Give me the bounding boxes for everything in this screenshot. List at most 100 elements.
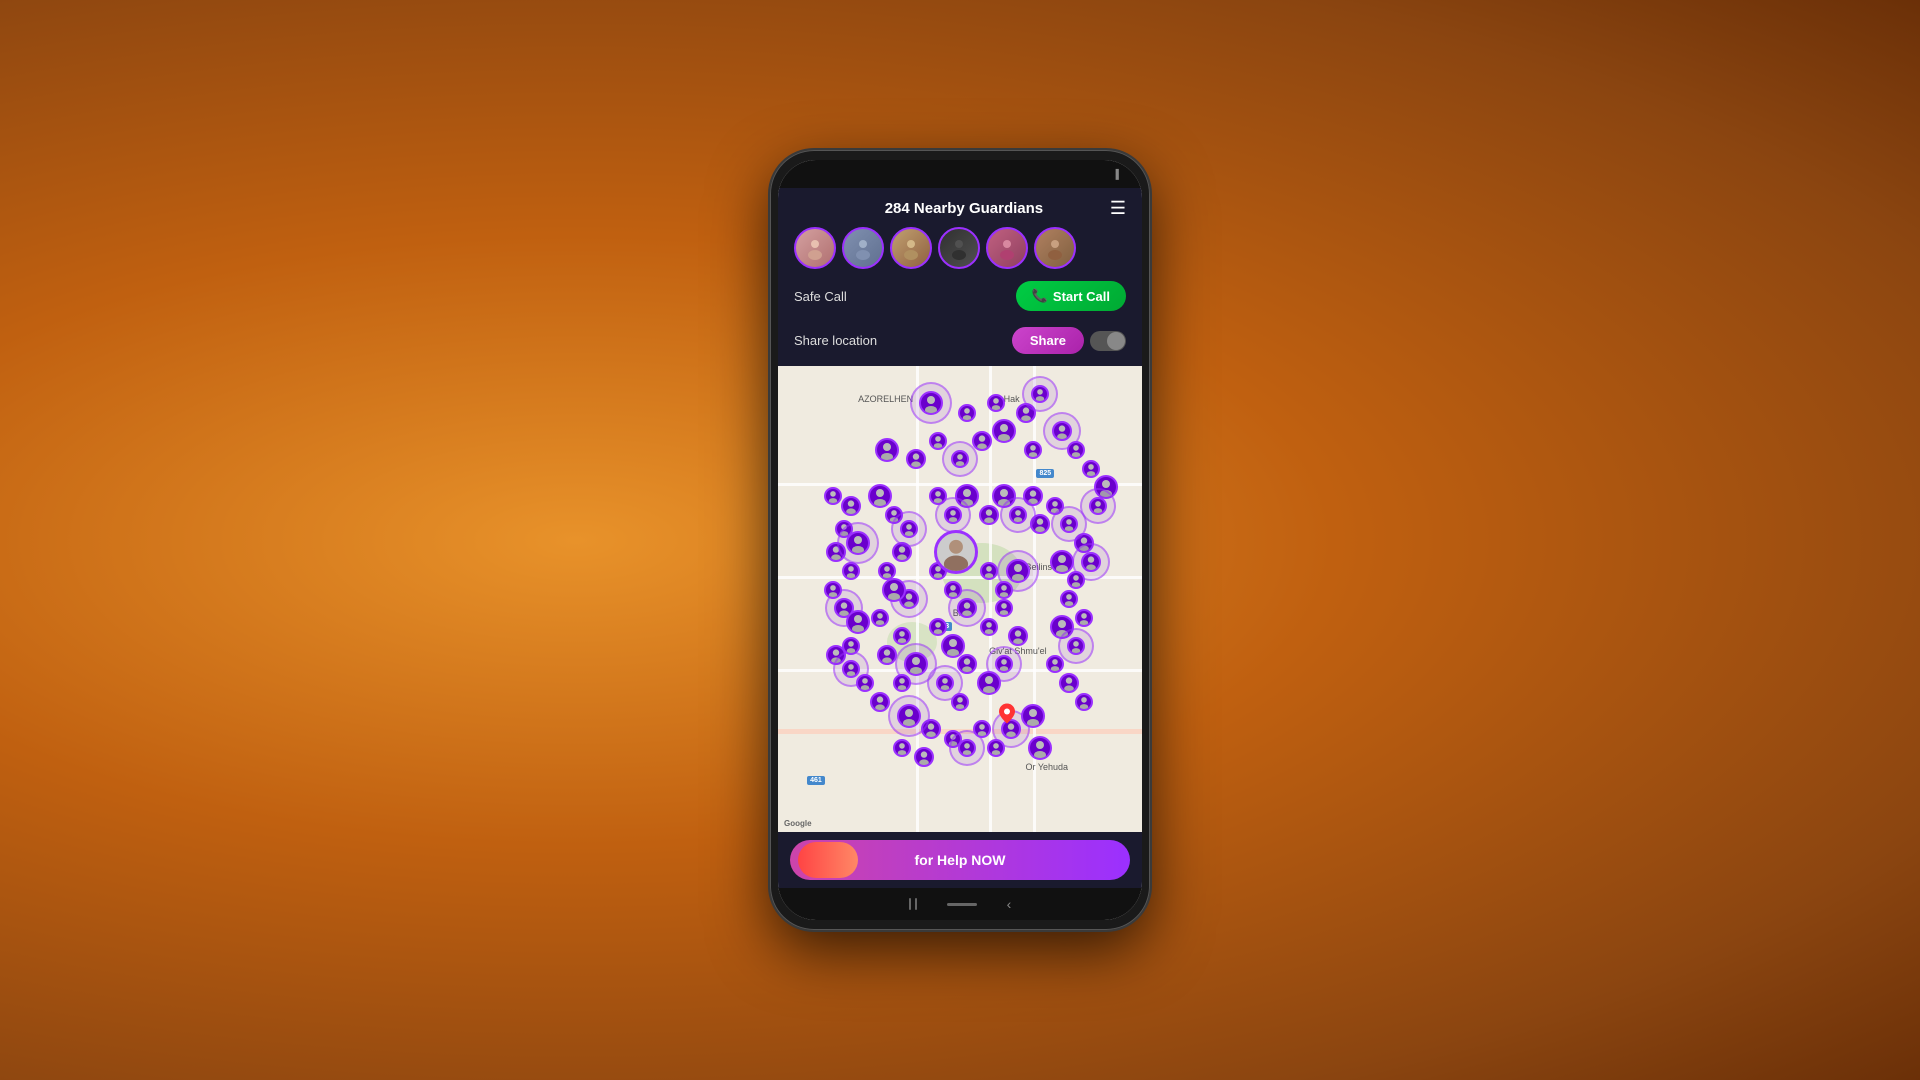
- guardian-pin[interactable]: [995, 599, 1013, 617]
- guardian-pin[interactable]: [1024, 441, 1042, 459]
- guardian-pin[interactable]: [893, 739, 911, 757]
- guardian-pin[interactable]: [1008, 626, 1028, 646]
- map-container: Beilinso Brak Giv'at Shmu'el Or Yehuda A…: [778, 366, 1142, 832]
- start-call-row: Safe Call 📞 Start Call: [794, 277, 1126, 315]
- guardian-pin[interactable]: [842, 562, 860, 580]
- back-chevron[interactable]: ‹: [1007, 896, 1012, 912]
- guardian-pin[interactable]: [987, 394, 1005, 412]
- safe-call-label: Safe Call: [794, 289, 847, 304]
- guardian-pin[interactable]: [980, 618, 998, 636]
- guardian-pin[interactable]: [957, 598, 977, 618]
- guardian-pin[interactable]: [958, 404, 976, 422]
- nearby-count: 284 Nearby Guardians: [818, 200, 1110, 217]
- guardian-pin[interactable]: [882, 578, 906, 602]
- guardian-pin[interactable]: [906, 449, 926, 469]
- guardian-pin[interactable]: [868, 484, 892, 508]
- guardian-pin[interactable]: [977, 671, 1001, 695]
- guardian-pin[interactable]: [846, 610, 870, 634]
- phone-frame: ▌ 284 Nearby Guardians ☰: [770, 150, 1150, 930]
- guardian-pin[interactable]: [856, 674, 874, 692]
- guardian-pin[interactable]: [1067, 441, 1085, 459]
- share-button[interactable]: Share: [1012, 327, 1084, 354]
- guardian-pin[interactable]: [842, 637, 860, 655]
- guardian-pin[interactable]: [900, 520, 918, 538]
- guardian-pin[interactable]: [893, 627, 911, 645]
- guardian-pin[interactable]: [958, 739, 976, 757]
- help-btn-text: for Help NOW: [915, 852, 1006, 868]
- guardian-pin[interactable]: [972, 431, 992, 451]
- guardian-pin[interactable]: [1060, 515, 1078, 533]
- guardian-pin[interactable]: [875, 438, 899, 462]
- guardian-pin[interactable]: [973, 720, 991, 738]
- guardian-pin[interactable]: [1067, 571, 1085, 589]
- guardian-pin[interactable]: [992, 419, 1016, 443]
- nav-line-2: [915, 898, 917, 910]
- share-location-row: Share location Share: [794, 323, 1126, 358]
- guardian-pin[interactable]: [987, 739, 1005, 757]
- avatar-row: [794, 227, 1126, 269]
- guardian-pin[interactable]: [1060, 590, 1078, 608]
- header-top: 284 Nearby Guardians ☰: [794, 198, 1126, 219]
- guardian-pin[interactable]: [944, 506, 962, 524]
- guardian-pin[interactable]: [1075, 693, 1093, 711]
- guardian-pin[interactable]: [1009, 506, 1027, 524]
- help-section: for Help NOW: [778, 832, 1142, 888]
- nav-dots: [909, 898, 917, 910]
- guardian-pin[interactable]: [929, 432, 947, 450]
- guardian-pin[interactable]: [941, 634, 965, 658]
- guardian-pin[interactable]: [893, 674, 911, 692]
- guardian-pin[interactable]: [919, 391, 943, 415]
- guardian-pin[interactable]: [824, 581, 842, 599]
- guardian-pin[interactable]: [936, 674, 954, 692]
- guardian-pin[interactable]: [877, 645, 897, 665]
- guardian-pin[interactable]: [1006, 559, 1030, 583]
- home-indicator: [947, 903, 977, 906]
- share-location-label: Share location: [794, 333, 877, 348]
- share-toggle[interactable]: [1090, 331, 1126, 351]
- guardian-pin[interactable]: [870, 692, 890, 712]
- avatar-2[interactable]: [842, 227, 884, 269]
- guardian-pin[interactable]: [904, 652, 928, 676]
- avatar-5[interactable]: [986, 227, 1028, 269]
- guardian-pin[interactable]: [1075, 609, 1093, 627]
- battery-icon: ▌: [1116, 169, 1122, 179]
- status-bar: ▌: [778, 160, 1142, 188]
- avatar-3[interactable]: [890, 227, 932, 269]
- user-location-pin: [934, 530, 978, 574]
- guardian-pin[interactable]: [1052, 421, 1072, 441]
- avatar-1[interactable]: [794, 227, 836, 269]
- avatar-4[interactable]: [938, 227, 980, 269]
- guardian-pin[interactable]: [897, 704, 921, 728]
- guardian-pin[interactable]: [846, 531, 870, 555]
- guardian-pin[interactable]: [951, 450, 969, 468]
- guardian-pin[interactable]: [995, 581, 1013, 599]
- guardian-pin[interactable]: [1081, 552, 1101, 572]
- guardian-pin[interactable]: [1046, 655, 1064, 673]
- guardian-pin[interactable]: [980, 562, 998, 580]
- guardian-pin[interactable]: [1031, 385, 1049, 403]
- guardian-pin[interactable]: [944, 581, 962, 599]
- menu-icon[interactable]: ☰: [1110, 198, 1126, 219]
- start-call-text: Start Call: [1053, 289, 1110, 304]
- location-pin: [999, 703, 1015, 728]
- guardian-pin[interactable]: [1059, 673, 1079, 693]
- guardian-pin[interactable]: [1050, 550, 1074, 574]
- guardian-pin[interactable]: [871, 609, 889, 627]
- phone-screen: ▌ 284 Nearby Guardians ☰: [778, 160, 1142, 920]
- avatar-6[interactable]: [1034, 227, 1076, 269]
- guardian-pin[interactable]: [824, 487, 842, 505]
- guardian-pin[interactable]: [951, 693, 969, 711]
- guardian-pin[interactable]: [1028, 736, 1052, 760]
- guardian-pin[interactable]: [1089, 497, 1107, 515]
- help-button[interactable]: for Help NOW: [790, 840, 1130, 880]
- google-logo: Google: [784, 819, 812, 828]
- guardian-pin[interactable]: [1067, 637, 1085, 655]
- nav-bar: ‹: [778, 888, 1142, 920]
- start-call-button[interactable]: 📞 Start Call: [1016, 281, 1126, 311]
- app-header: 284 Nearby Guardians ☰: [778, 188, 1142, 366]
- guardian-pin[interactable]: [841, 496, 861, 516]
- guardian-pin[interactable]: [1021, 704, 1045, 728]
- guardian-pin[interactable]: [914, 747, 934, 767]
- guardian-pin[interactable]: [1082, 460, 1100, 478]
- swipe-indicator: [798, 842, 858, 878]
